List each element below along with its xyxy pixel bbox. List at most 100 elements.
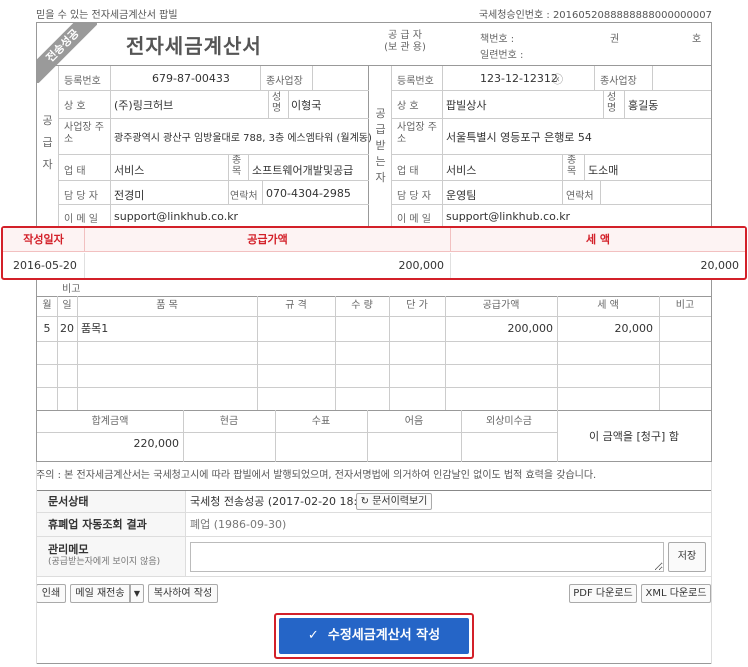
items-header-qty: 수 량 — [351, 300, 373, 311]
grid-line — [228, 154, 229, 204]
status-value: 국세청 전송성공 (2017-02-20 18:18) — [186, 491, 712, 512]
items-header-spec: 규 격 — [285, 300, 307, 311]
pdf-download-button[interactable]: PDF 다운로드 — [569, 584, 637, 603]
grid-line — [584, 154, 585, 180]
grid-line — [389, 296, 390, 410]
supplier-email-value: support@linkhub.co.kr — [114, 210, 239, 223]
copy-type-sub: (보 관 용) — [384, 42, 426, 53]
buyer-phone-label: 연락처 — [566, 191, 594, 202]
buyer-contact-label: 담 당 자 — [397, 191, 431, 202]
supplier-name-value: 이형국 — [291, 99, 322, 112]
grid-line — [392, 118, 711, 119]
book-unit-2: 호 — [692, 34, 702, 45]
closure-row: 휴폐업 자동조회 결과 폐업 (1986-09-30) — [36, 513, 712, 537]
memo-textarea[interactable] — [190, 542, 664, 572]
grid-line — [37, 432, 557, 433]
resend-mail-button[interactable]: 메일 재전송 — [70, 584, 130, 603]
totals-header-note: 어음 — [404, 416, 424, 427]
buyer-side-char: 급 — [375, 123, 386, 136]
status-label: 문서상태 — [36, 491, 186, 512]
supply-amount-value: 200,000 — [85, 253, 451, 278]
grid-line — [59, 180, 369, 181]
grid-line — [37, 341, 711, 342]
totals-header-check: 수표 — [311, 416, 331, 427]
grid-line — [37, 316, 711, 317]
primary-action-highlight: ✓ 수정세금계산서 작성 — [274, 613, 474, 659]
buyer-address-value: 서울특별시 영등포구 은행로 54 — [446, 131, 592, 144]
copy-type-label: 공 급 자 (보 관 용) — [380, 30, 430, 54]
invoice-title: 전자세금계산서 — [126, 34, 262, 58]
supply-amount-header: 공급가액 — [85, 228, 451, 252]
claim-text: 이 금액을 [청구] 함 — [589, 430, 679, 443]
buyer-company-value: 팝빌상사 — [446, 99, 487, 112]
buyer-branch-label: 종사업장 — [600, 76, 637, 87]
grid-line — [37, 410, 711, 411]
caret-down-icon[interactable]: ▼ — [130, 584, 144, 603]
buyer-side-label: 공 급 받 는 자 — [370, 66, 392, 226]
tax-amount-value: 20,000 — [700, 259, 740, 272]
grid-line — [268, 90, 269, 118]
copy-type-role: 공 급 자 — [388, 30, 422, 41]
bottom-border — [36, 663, 712, 664]
clear-circle-icon[interactable]: ⓧ — [552, 71, 563, 87]
supplier-name-label: 성명 — [272, 92, 282, 114]
print-button[interactable]: 인쇄 — [36, 584, 66, 603]
grid-line — [392, 204, 711, 205]
left-border — [36, 462, 37, 664]
items-header-note: 비고 — [675, 300, 695, 311]
grid-line — [367, 410, 368, 462]
grid-line — [600, 180, 601, 204]
grid-line — [262, 180, 263, 204]
items-header-day: 일 — [62, 300, 72, 311]
supplier-address-label: 사업장 주소 — [64, 122, 104, 145]
supplier-reg-value: 679-87-00433 — [152, 72, 230, 85]
buyer-address-label: 사업장 주소 — [397, 122, 437, 145]
save-button[interactable]: 저장 — [668, 542, 706, 572]
supplier-phone-value: 070-4304-2985 — [266, 187, 351, 200]
xml-download-button[interactable]: XML 다운로드 — [641, 584, 711, 603]
grid-line — [652, 66, 653, 90]
grid-line — [275, 410, 276, 462]
closure-label: 휴폐업 자동조회 결과 — [36, 513, 186, 536]
grid-line — [260, 66, 261, 90]
item-supply: 200,000 — [507, 322, 554, 335]
items-header-price: 단 가 — [406, 300, 428, 311]
tax-amount-header: 세 액 — [451, 228, 745, 252]
grid-line — [557, 410, 558, 462]
check-icon: ✓ — [307, 628, 319, 643]
supplier-phone-label: 연락처 — [230, 191, 258, 202]
serial-number-label: 일련번호 : — [480, 50, 524, 61]
buyer-name-label: 성명 — [607, 92, 617, 114]
items-header-tax: 세 액 — [597, 300, 619, 311]
buyer-biztype-label: 업 태 — [397, 166, 419, 177]
item-month: 5 — [43, 322, 51, 335]
grid-line — [312, 66, 313, 90]
supplier-bizitem-value: 소프트웨어개발및공급 — [252, 164, 354, 177]
supplier-side-char: 급 — [42, 136, 53, 149]
history-button[interactable]: ↻ 문서이력보기 — [356, 493, 432, 510]
buyer-name-value: 홍길동 — [628, 99, 659, 112]
site-tagline: 믿을 수 있는 전자세금계산서 팝빌 — [36, 10, 178, 21]
status-value-text: 국세청 전송성공 (2017-02-20 18:18) — [190, 495, 376, 508]
item-day: 20 — [60, 322, 74, 335]
right-border — [711, 462, 712, 664]
remark-label: 비고 — [62, 284, 81, 295]
grid-line — [248, 154, 249, 180]
legal-note: 주의 : 본 전자세금계산서는 국세청고시에 따라 팝빌에서 발행되었으며, 전… — [36, 470, 597, 481]
memo-label: 관리메모 — [48, 543, 89, 556]
grid-line — [183, 410, 184, 462]
closure-value: 폐업 (1986-09-30) — [190, 518, 287, 531]
date-header: 작성일자 — [3, 228, 85, 252]
grid-line — [59, 154, 369, 155]
supplier-email-label: 이 메 일 — [64, 214, 98, 225]
book-number-label: 책번호 : — [480, 34, 515, 45]
grid-line — [57, 296, 58, 410]
memo-sublabel: (공급받는자에게 보이지 않음) — [48, 557, 161, 567]
grid-line — [392, 90, 711, 91]
grid-line — [659, 296, 660, 410]
copy-create-button[interactable]: 복사하여 작성 — [148, 584, 218, 603]
create-amended-invoice-button[interactable]: ✓ 수정세금계산서 작성 — [279, 618, 469, 654]
supplier-side-char: 공 — [42, 114, 53, 127]
items-header-name: 품 목 — [156, 300, 178, 311]
totals-header-credit: 외상미수금 — [486, 416, 532, 427]
